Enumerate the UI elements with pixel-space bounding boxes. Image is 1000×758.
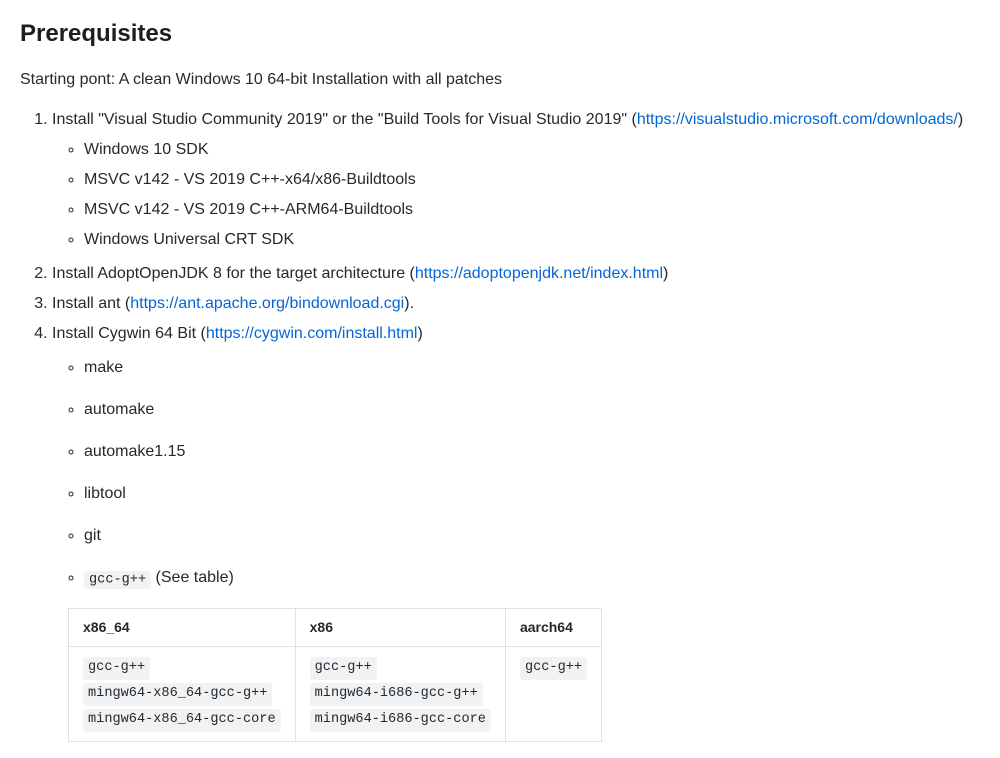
list-item: gcc-g++ (See table) bbox=[84, 566, 980, 590]
page-title: Prerequisites bbox=[20, 16, 980, 52]
adoptopenjdk-link[interactable]: https://adoptopenjdk.net/index.html bbox=[415, 265, 663, 282]
list-item: Install "Visual Studio Community 2019" o… bbox=[52, 108, 980, 252]
ant-link[interactable]: https://ant.apache.org/bindownload.cgi bbox=[130, 295, 404, 312]
table-cell: gcc-g++ mingw64-i686-gcc-g++ mingw64-i68… bbox=[295, 647, 505, 742]
gcc-table: x86_64 x86 aarch64 gcc-g++ mingw64-x86_6… bbox=[68, 608, 602, 742]
table-cell: gcc-g++ bbox=[505, 647, 601, 742]
vs-download-link[interactable]: https://visualstudio.microsoft.com/downl… bbox=[637, 111, 958, 128]
step4-tail: ) bbox=[417, 325, 422, 342]
pkg-code: mingw64-x86_64-gcc-g++ bbox=[83, 683, 272, 706]
list-item: libtool bbox=[84, 482, 980, 506]
pkg-code: mingw64-x86_64-gcc-core bbox=[83, 709, 281, 732]
list-item: make bbox=[84, 356, 980, 380]
step3-tail: ). bbox=[404, 295, 414, 312]
step1-tail: ) bbox=[958, 111, 963, 128]
table-header: x86_64 bbox=[69, 609, 296, 647]
gcc-tail: (See table) bbox=[151, 569, 234, 586]
list-item: automake bbox=[84, 398, 980, 422]
list-item: MSVC v142 - VS 2019 C++-x64/x86-Buildtoo… bbox=[84, 168, 980, 192]
cygwin-link[interactable]: https://cygwin.com/install.html bbox=[206, 325, 418, 342]
step4-sublist: make automake automake1.15 libtool git g… bbox=[52, 356, 980, 590]
pkg-code: gcc-g++ bbox=[83, 657, 150, 680]
pkg-code: mingw64-i686-gcc-g++ bbox=[310, 683, 483, 706]
list-item: Windows 10 SDK bbox=[84, 138, 980, 162]
step1-text: Install "Visual Studio Community 2019" o… bbox=[52, 111, 637, 128]
step4-text: Install Cygwin 64 Bit ( bbox=[52, 325, 206, 342]
list-item: Windows Universal CRT SDK bbox=[84, 228, 980, 252]
step2-tail: ) bbox=[663, 265, 668, 282]
step3-text: Install ant ( bbox=[52, 295, 130, 312]
list-item: Install Cygwin 64 Bit (https://cygwin.co… bbox=[52, 322, 980, 590]
table-cell: gcc-g++ mingw64-x86_64-gcc-g++ mingw64-x… bbox=[69, 647, 296, 742]
table-header: x86 bbox=[295, 609, 505, 647]
intro-paragraph: Starting pont: A clean Windows 10 64-bit… bbox=[20, 68, 980, 92]
list-item: automake1.15 bbox=[84, 440, 980, 464]
step2-text: Install AdoptOpenJDK 8 for the target ar… bbox=[52, 265, 415, 282]
pkg-code: gcc-g++ bbox=[520, 657, 587, 680]
list-item: Install AdoptOpenJDK 8 for the target ar… bbox=[52, 262, 980, 286]
list-item: git bbox=[84, 524, 980, 548]
table-header: aarch64 bbox=[505, 609, 601, 647]
list-item: MSVC v142 - VS 2019 C++-ARM64-Buildtools bbox=[84, 198, 980, 222]
table-row: gcc-g++ mingw64-x86_64-gcc-g++ mingw64-x… bbox=[69, 647, 602, 742]
prereq-list: Install "Visual Studio Community 2019" o… bbox=[20, 108, 980, 590]
step1-sublist: Windows 10 SDK MSVC v142 - VS 2019 C++-x… bbox=[52, 138, 980, 252]
list-item: Install ant (https://ant.apache.org/bind… bbox=[52, 292, 980, 316]
pkg-code: gcc-g++ bbox=[310, 657, 377, 680]
gcc-code: gcc-g++ bbox=[84, 571, 151, 589]
pkg-code: mingw64-i686-gcc-core bbox=[310, 709, 491, 732]
